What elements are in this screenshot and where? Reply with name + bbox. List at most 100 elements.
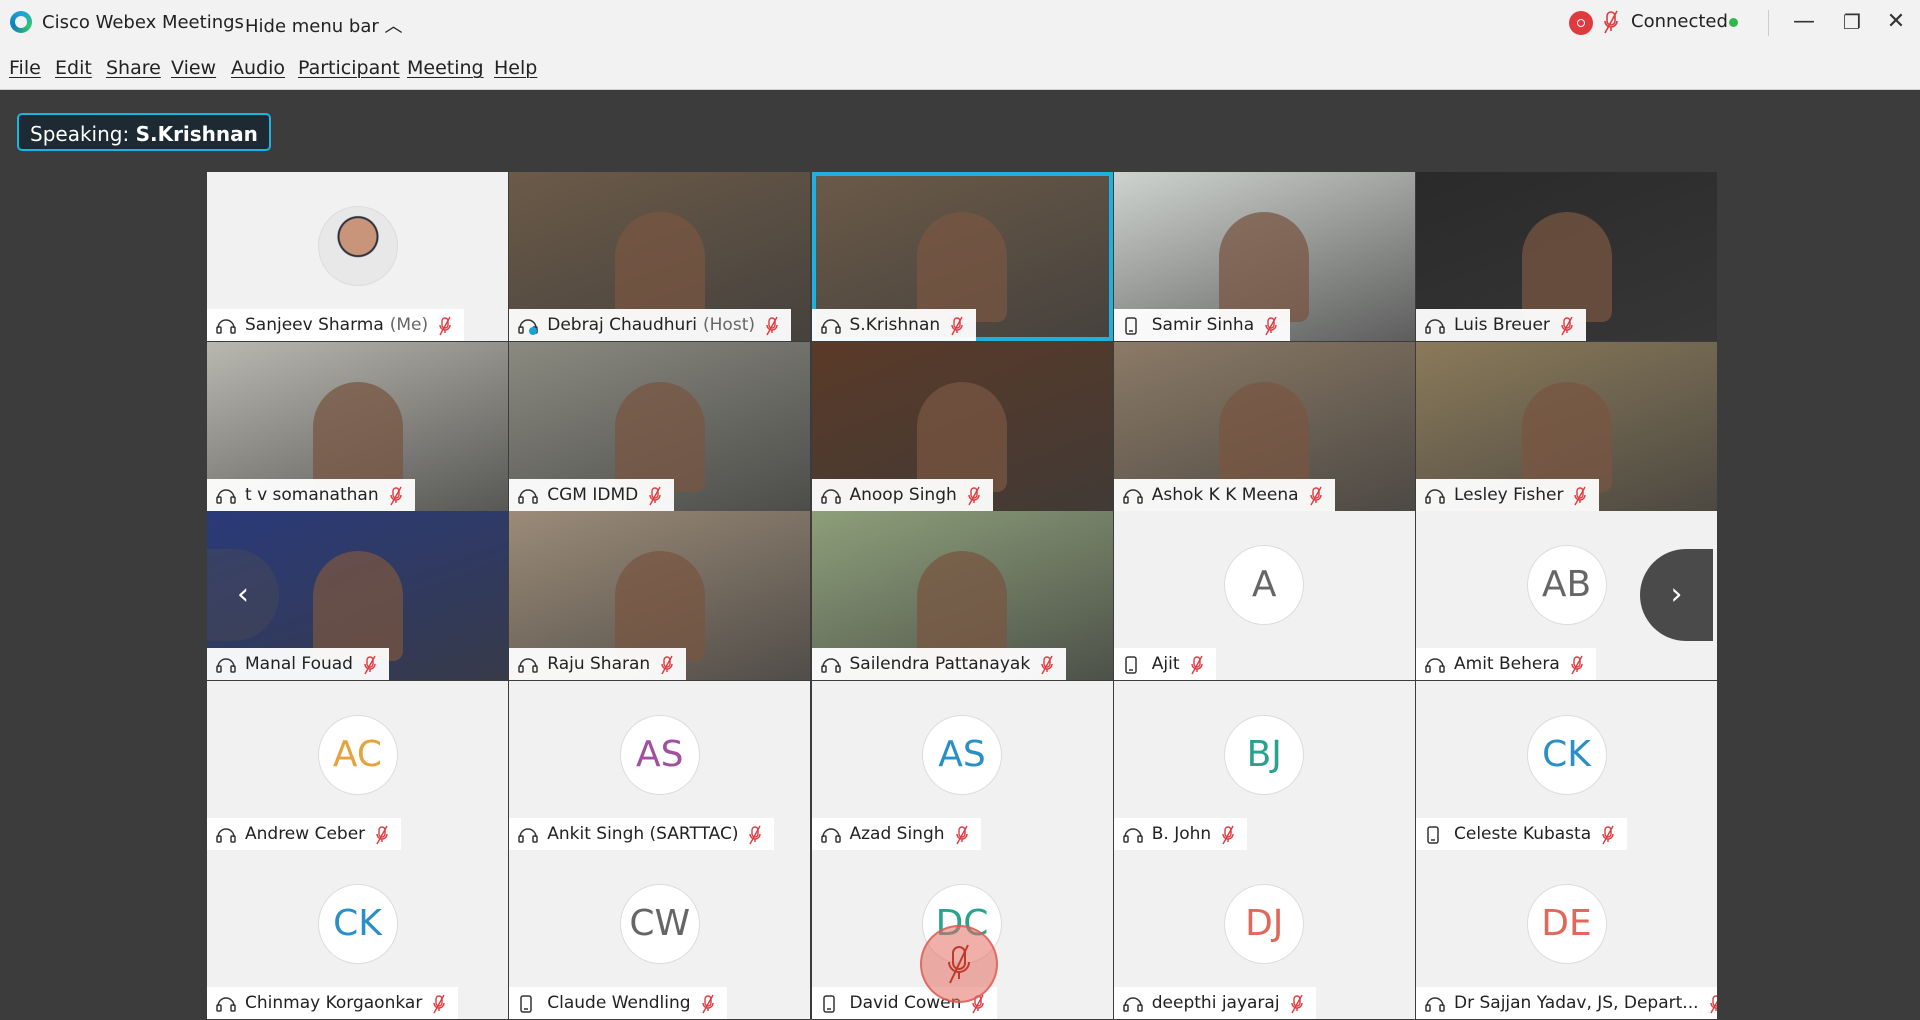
muted-mic-icon [950,316,964,336]
muted-mic-icon [948,944,970,984]
participant-name: Manal Fouad [245,654,353,674]
menu-share[interactable]: Share [106,57,161,79]
participant-tile[interactable]: t v somanathan [207,341,508,511]
participant-tile[interactable]: CK Chinmay Korgaonkar [207,850,508,1019]
participant-tile[interactable]: Sanjeev Sharma (Me) [207,172,508,341]
participant-name: Ankit Singh (SARTTAC) [547,823,739,844]
chevron-up-icon: ︿ [384,16,403,37]
participant-label: Raju Sharan [509,648,687,680]
participant-tile[interactable]: DJ deepthi jayaraj [1113,850,1415,1019]
participant-label: Luis Breuer [1416,309,1586,341]
participant-video [614,212,705,322]
phone-icon [1122,316,1144,335]
participant-tile[interactable]: CW Claude Wendling [509,850,811,1019]
headset-icon [1424,655,1446,673]
initials-avatar: BJ [1224,714,1305,795]
participant-tile[interactable]: Lesley Fisher [1416,341,1717,511]
participant-name: Sanjeev Sharma [245,315,384,335]
participant-tile[interactable]: Samir Sinha [1113,172,1415,341]
muted-mic-icon [438,316,452,336]
host-headset-icon [517,316,539,335]
muted-mic-icon [967,486,981,505]
participant-label: Sailendra Pattanayak [811,648,1067,680]
headset-icon [820,486,842,504]
muted-mic-icon[interactable] [1603,10,1619,38]
participant-role: (Me) [389,315,429,335]
participant-tile[interactable]: BJ B. John [1113,680,1415,850]
initials-avatar: A [1224,545,1305,625]
participant-video [1219,381,1310,492]
headset-icon [215,655,237,673]
headset-icon [215,994,237,1012]
muted-mic-icon [1573,486,1587,505]
headset-icon [1424,994,1446,1012]
active-speaker-indicator: Speaking: S.Krishnan [17,113,271,151]
participant-label: Azad Singh [811,817,981,850]
participant-tile[interactable]: Raju Sharan [509,511,811,680]
recording-icon[interactable] [1569,11,1593,35]
menu-edit[interactable]: Edit [55,57,92,79]
participant-name: Claude Wendling [547,993,691,1013]
participant-tile[interactable]: Debraj Chaudhuri (Host) [509,172,811,341]
participant-tile[interactable]: CK Celeste Kubasta [1416,680,1717,850]
muted-mic-icon [432,994,446,1014]
participant-label: Dr Sajjan Yadav, JS, Depart... [1416,987,1717,1019]
headset-icon [1424,486,1446,504]
menu-file[interactable]: File [9,57,41,79]
participant-label: Ankit Singh (SARTTAC) [509,817,775,850]
participant-video [614,381,705,492]
participant-grid: Sanjeev Sharma (Me) Debraj Chaudhuri (Host)… [207,172,1717,1020]
participant-name: Amit Behera [1454,654,1560,674]
restore-icon[interactable]: ❐ [1832,4,1872,40]
menu-participant[interactable]: Participant [298,57,400,79]
initials-avatar: DE [1526,884,1607,964]
participant-tile[interactable]: Luis Breuer [1416,172,1717,341]
participant-tile[interactable]: DE Dr Sajjan Yadav, JS, Depart... [1416,850,1717,1019]
participant-name: t v somanathan [245,484,379,505]
participant-tile[interactable]: S.Krishnan [811,172,1113,341]
hide-menu-bar-button[interactable]: Hide menu bar ︿ [245,12,403,38]
phone-icon [1122,655,1144,674]
participant-role: (Host) [703,315,755,335]
connection-status-dot [1729,18,1738,27]
speaking-prefix: Speaking: [30,122,130,146]
menu-audio[interactable]: Audio [231,57,285,79]
participant-tile[interactable]: A Ajit [1113,511,1415,680]
participant-video [1219,212,1310,322]
participant-name: Raju Sharan [547,654,651,674]
participant-tile[interactable]: Anoop Singh [811,341,1113,511]
participant-tile[interactable]: Ashok K K Meena [1113,341,1415,511]
participant-label: Amit Behera [1416,648,1596,680]
floating-mute-button[interactable] [920,925,998,1003]
menu-help[interactable]: Help [494,57,537,79]
participant-name: Luis Breuer [1454,315,1550,335]
close-icon[interactable]: ✕ [1876,4,1916,40]
initials-avatar: AS [619,714,700,795]
participant-tile[interactable]: Sailendra Pattanayak [811,511,1113,680]
headset-icon [1424,316,1446,334]
participant-tile[interactable]: AC Andrew Ceber [207,680,508,850]
profile-photo [317,206,398,286]
muted-mic-icon [1190,655,1204,675]
participant-name: Andrew Ceber [245,823,366,844]
participant-video [917,551,1007,661]
headset-icon [517,486,539,504]
speaking-name: S.Krishnan [135,122,258,146]
connection-status: Connected [1631,11,1728,32]
headset-icon [1122,486,1144,504]
initials-avatar: AB [1526,545,1607,625]
headset-icon [215,486,237,504]
participant-label: Samir Sinha [1113,309,1291,341]
title-divider [1768,10,1769,36]
participant-label: S.Krishnan [811,309,977,341]
participant-tile[interactable]: CGM IDMD [509,341,811,511]
participant-tile[interactable]: AS Azad Singh [811,680,1113,850]
participant-label: B. John [1113,817,1248,850]
menu-meeting[interactable]: Meeting [407,57,484,79]
menu-view[interactable]: View [171,57,216,79]
participant-name: Lesley Fisher [1454,484,1564,505]
participant-label: deepthi jayaraj [1113,987,1316,1019]
participant-tile[interactable]: AS Ankit Singh (SARTTAC) [509,680,811,850]
participant-label: Ajit [1113,648,1216,680]
minimize-icon[interactable]: — [1784,4,1824,40]
